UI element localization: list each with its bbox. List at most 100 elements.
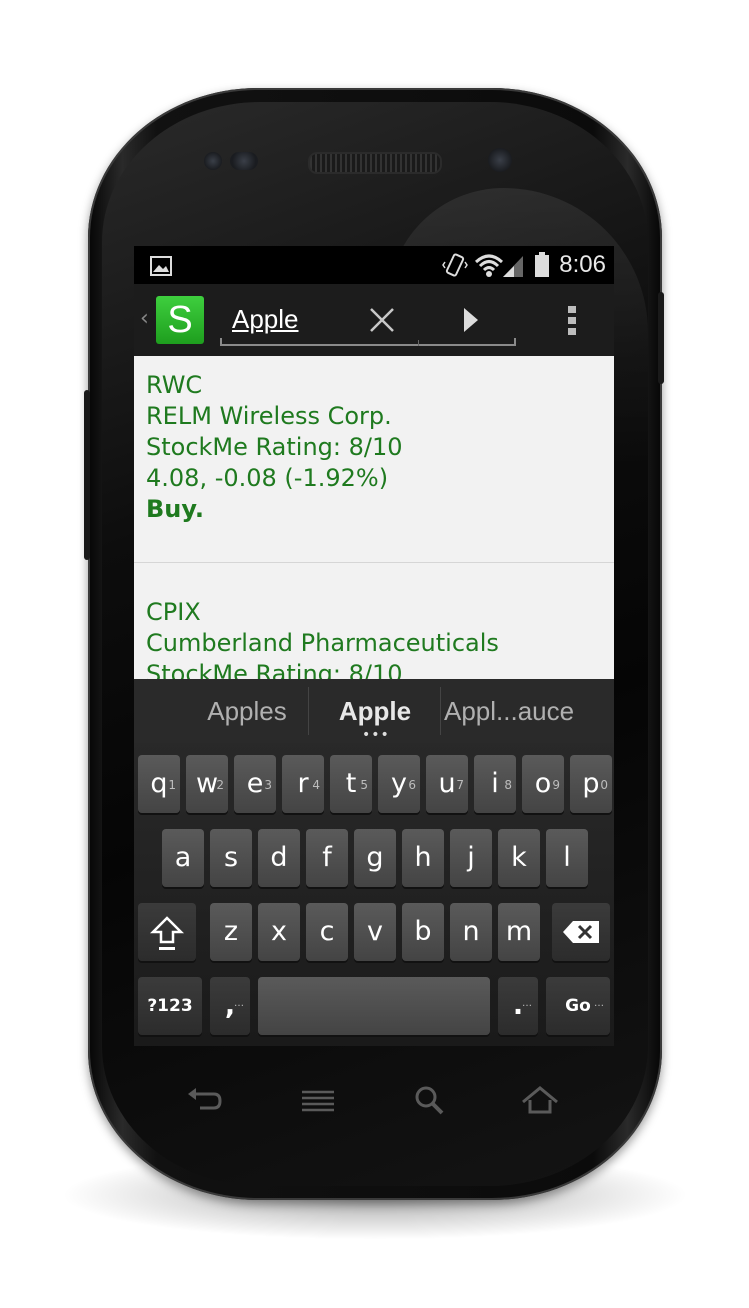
period-key[interactable]: .… [498,977,538,1035]
search-icon[interactable] [410,1082,450,1118]
key-u[interactable]: u7 [426,755,468,813]
screen: 8:06 ‹ S RWC RELM Wireless Corp. StockMe… [134,246,614,1046]
key-label: k [511,842,527,873]
key-more-icon: … [522,998,532,1009]
stock-name: RELM Wireless Corp. [146,402,392,430]
list-item[interactable]: CPIX Cumberland Pharmaceuticals StockMe … [134,563,614,679]
power-button [658,292,664,384]
more-vertical-icon [568,306,576,335]
key-number-hint: 1 [168,778,176,792]
front-camera [488,148,512,172]
delete-key[interactable] [552,903,610,961]
key-number-hint: 2 [216,778,224,792]
key-a[interactable]: a [162,829,204,887]
stock-price: 4.08, -0.08 (-1.92%) [146,464,389,492]
close-icon [370,308,394,332]
key-l[interactable]: l [546,829,588,887]
suggestion-strip: Apples Apple Appl...auce ••• [134,679,614,743]
shift-icon [149,916,185,950]
key-number-hint: 8 [504,778,512,792]
key-more-icon: … [594,998,604,1009]
key-n[interactable]: n [450,903,492,961]
key-label: b [414,916,432,947]
space-key[interactable] [258,977,490,1035]
suggestion-divider [440,687,441,735]
key-number-hint: 4 [312,778,320,792]
hardware-nav-bar [134,1070,614,1130]
vibrate-icon [442,252,468,284]
proximity-sensor [204,152,222,170]
symbols-key[interactable]: ?123 [138,977,202,1035]
key-z[interactable]: z [210,903,252,961]
key-r[interactable]: r4 [282,755,324,813]
submit-button[interactable] [452,300,492,340]
key-w[interactable]: w2 [186,755,228,813]
chevron-left-icon: ‹ [140,306,149,331]
key-q[interactable]: q1 [138,755,180,813]
key-o[interactable]: o9 [522,755,564,813]
key-label: n [462,916,480,947]
comma-key[interactable]: ,… [210,977,250,1035]
key-y[interactable]: y6 [378,755,420,813]
key-label: h [414,842,432,873]
key-s[interactable]: s [210,829,252,887]
volume-button [84,390,90,560]
search-underline [220,338,516,346]
app-home-button[interactable]: ‹ S [138,296,208,346]
key-j[interactable]: j [450,829,492,887]
go-key[interactable]: Go… [546,977,610,1035]
key-label: , [224,990,236,1021]
results-list: RWC RELM Wireless Corp. StockMe Rating: … [134,356,614,679]
soft-keyboard: Apples Apple Appl...auce ••• q1w2e3r4t5y… [134,679,614,1046]
key-p[interactable]: p0 [570,755,612,813]
key-label: v [367,916,383,947]
back-icon[interactable] [184,1082,224,1118]
menu-icon[interactable] [298,1082,338,1118]
key-c[interactable]: c [306,903,348,961]
suggestion-item[interactable]: Apples [186,679,308,743]
shift-key[interactable] [138,903,196,961]
key-e[interactable]: e3 [234,755,276,813]
key-label: z [223,916,239,947]
key-b[interactable]: b [402,903,444,961]
key-label: c [319,916,335,947]
stock-name: Cumberland Pharmaceuticals [146,629,499,657]
play-arrow-icon [464,308,478,332]
key-x[interactable]: x [258,903,300,961]
stock-symbol: CPIX [146,598,201,626]
key-f[interactable]: f [306,829,348,887]
battery-icon [534,252,550,282]
status-time: 8:06 [559,251,606,278]
more-suggestions-icon: ••• [362,727,390,743]
key-label: g [366,842,384,873]
suggestion-divider [308,687,309,735]
light-sensor [230,152,258,170]
key-d[interactable]: d [258,829,300,887]
stock-symbol: RWC [146,371,203,399]
key-number-hint: 0 [600,778,608,792]
overflow-menu-button[interactable] [562,300,582,340]
key-number-hint: 5 [360,778,368,792]
key-i[interactable]: i8 [474,755,516,813]
key-label: x [271,916,287,947]
key-g[interactable]: g [354,829,396,887]
key-label: m [505,916,533,947]
key-number-hint: 9 [552,778,560,792]
key-m[interactable]: m [498,903,540,961]
key-label: d [270,842,288,873]
key-h[interactable]: h [402,829,444,887]
clear-button[interactable] [362,300,402,340]
key-t[interactable]: t5 [330,755,372,813]
action-bar: ‹ S [134,284,614,356]
stock-recommendation: Buy. [146,495,204,523]
key-v[interactable]: v [354,903,396,961]
picture-icon [150,256,172,280]
key-label: a [174,842,192,873]
list-item[interactable]: RWC RELM Wireless Corp. StockMe Rating: … [134,356,614,562]
wifi-icon [474,254,504,282]
home-icon[interactable] [520,1082,560,1118]
key-k[interactable]: k [498,829,540,887]
suggestion-item[interactable]: Appl...auce [444,679,574,743]
key-more-icon: … [234,998,244,1009]
key-number-hint: 6 [408,778,416,792]
